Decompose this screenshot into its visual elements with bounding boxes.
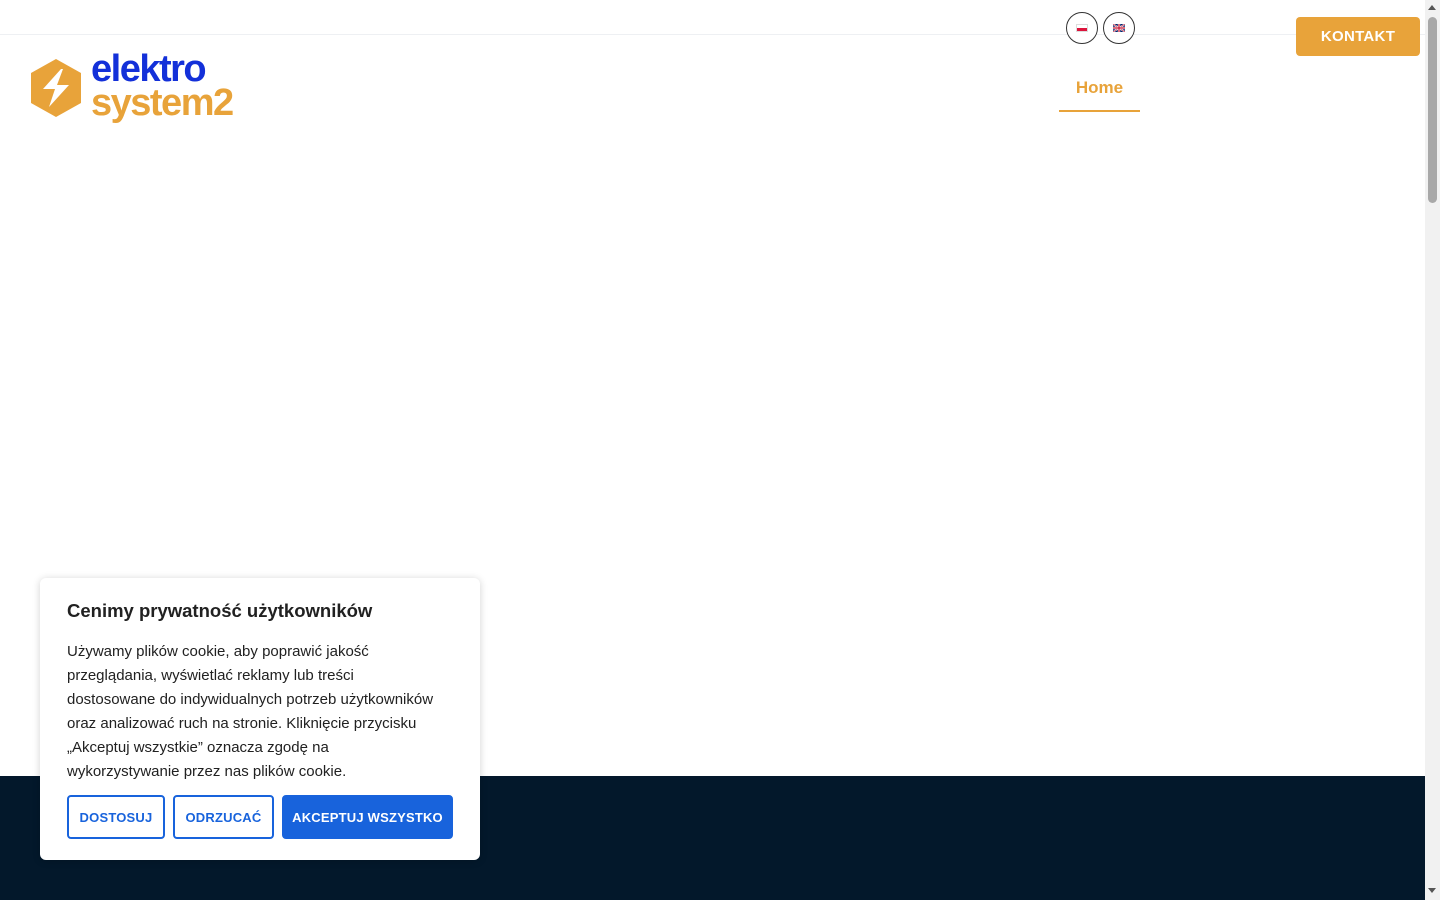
cookie-banner-text: Używamy plików cookie, aby poprawić jako… [67,643,434,780]
logo-line-system2: system2 [91,82,234,124]
vertical-scrollbar[interactable] [1425,0,1440,900]
language-pl-button[interactable] [1066,12,1098,44]
cookie-consent-banner: Cenimy prywatność użytkowników Używamy p… [40,578,480,860]
cookie-customize-button[interactable]: DOSTOSUJ [67,795,165,839]
uk-flag-icon [1113,24,1125,32]
contact-button[interactable]: KONTAKT [1296,17,1420,56]
language-en-button[interactable] [1103,12,1135,44]
top-bar [0,0,1425,44]
scroll-up-arrow-icon[interactable] [1428,5,1436,10]
page: KONTAKT elektro system2 Home Cenimy pryw… [0,0,1440,900]
scroll-down-arrow-icon[interactable] [1428,888,1436,893]
nav-home-link[interactable]: Home [1059,74,1140,112]
poland-flag-icon [1076,24,1088,32]
scroll-thumb[interactable] [1428,17,1437,203]
cookie-banner-title: Cenimy prywatność użytkowników [67,600,373,621]
logo[interactable]: elektro system2 [31,50,261,128]
cookie-reject-button[interactable]: ODRZUCAĆ [173,795,274,839]
logo-text: elektro system2 [91,50,234,124]
logo-bolt-icon [31,59,81,117]
cookie-banner-actions: DOSTOSUJ ODRZUCAĆ AKCEPTUJ WSZYSTKO [67,795,453,839]
cookie-accept-all-button[interactable]: AKCEPTUJ WSZYSTKO [282,795,453,839]
